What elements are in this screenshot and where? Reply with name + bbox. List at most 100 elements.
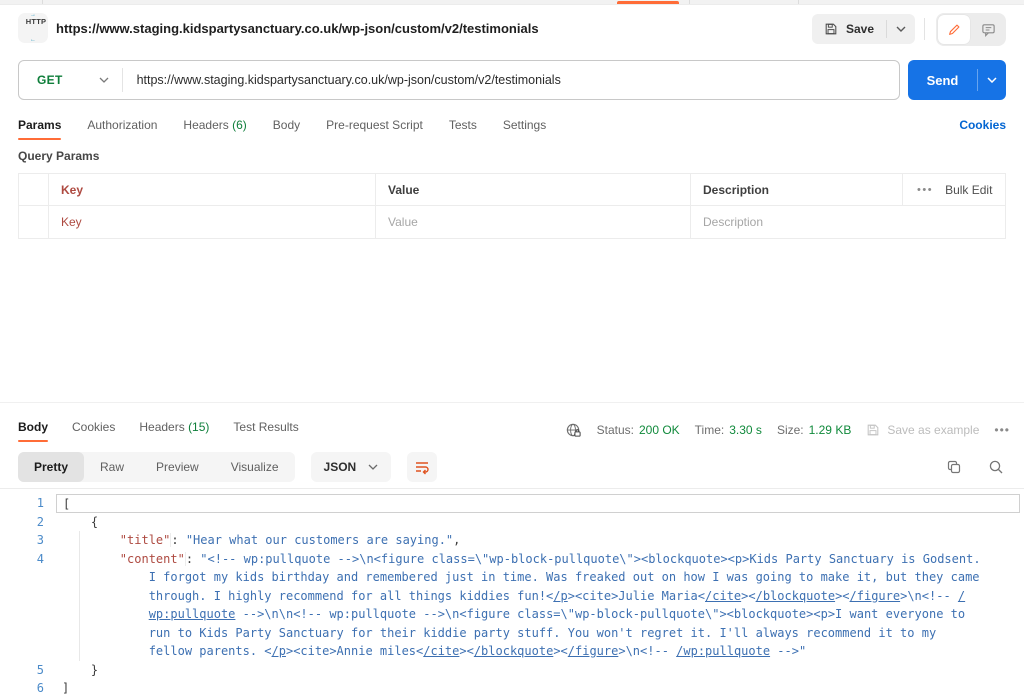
- save-label: Save: [846, 22, 874, 36]
- cookies-link[interactable]: Cookies: [959, 118, 1006, 132]
- response-tabs: Body Cookies Headers (15) Test Results: [18, 414, 299, 445]
- save-button-group: Save: [812, 14, 915, 44]
- view-preview[interactable]: Preview: [140, 452, 215, 482]
- pencil-icon: [947, 23, 961, 37]
- divider: [122, 68, 123, 92]
- tab-divider: [798, 0, 799, 4]
- divider: [924, 18, 925, 40]
- method-selector-caret[interactable]: [99, 77, 109, 83]
- row-handle[interactable]: [19, 206, 49, 238]
- table-row: Key Value Description: [19, 206, 1005, 238]
- indent-guide: [79, 531, 80, 661]
- line-number: 4: [0, 550, 56, 569]
- bulk-edit-button[interactable]: Bulk Edit: [945, 183, 992, 197]
- tab-tests[interactable]: Tests: [449, 112, 477, 143]
- column-header-value: Value: [376, 174, 691, 205]
- tab-params[interactable]: Params: [18, 112, 61, 143]
- chevron-down-icon: [99, 77, 109, 83]
- save-button[interactable]: Save: [812, 14, 886, 44]
- floppy-icon: [866, 423, 880, 437]
- format-select[interactable]: JSON: [311, 452, 392, 482]
- key-input[interactable]: Key: [49, 206, 376, 238]
- headers-count-badge: (6): [232, 118, 247, 132]
- tab-test-results[interactable]: Test Results: [233, 414, 298, 445]
- code-line: 2 {: [0, 513, 1024, 532]
- value-input[interactable]: Value: [376, 206, 691, 238]
- chevron-down-icon: [987, 77, 997, 83]
- tab-authorization[interactable]: Authorization: [87, 112, 157, 143]
- code-line: 1[: [0, 494, 1024, 513]
- description-input[interactable]: Description: [691, 206, 1005, 238]
- edit-button[interactable]: [938, 15, 970, 44]
- tab-settings[interactable]: Settings: [503, 112, 546, 143]
- tab-pre-request-script[interactable]: Pre-request Script: [326, 112, 423, 143]
- code-line: 5 }: [0, 661, 1024, 680]
- line-number: [0, 587, 56, 606]
- bulk-edit-area: ••• Bulk Edit: [903, 174, 1005, 205]
- tab-divider: [689, 0, 690, 4]
- method-selector[interactable]: GET: [37, 73, 63, 87]
- network-globe-icon: [565, 422, 582, 439]
- view-visualize[interactable]: Visualize: [215, 452, 295, 482]
- more-options-icon[interactable]: •••: [917, 184, 933, 196]
- request-tabs: Params Authorization Headers (6) Body Pr…: [18, 112, 546, 143]
- http-method-icon: → HTTP ←: [18, 13, 48, 43]
- line-number: 1: [0, 494, 56, 513]
- line-number: [0, 624, 56, 643]
- view-mode-segmented-control: Pretty Raw Preview Visualize: [18, 452, 295, 482]
- chevron-down-icon: [368, 464, 378, 470]
- text-wrap-button[interactable]: [407, 452, 437, 482]
- size-badge: Size: 1.29 KB: [777, 423, 851, 437]
- comment-icon: [981, 22, 996, 37]
- request-title: https://www.staging.kidspartysanctuary.c…: [56, 21, 539, 36]
- save-as-example-button[interactable]: Save as example: [866, 423, 979, 437]
- time-badge: Time: 3.30 s: [695, 423, 762, 437]
- search-button[interactable]: [988, 459, 1004, 475]
- column-header-key: Key: [49, 174, 376, 205]
- send-options-button[interactable]: [978, 77, 1006, 83]
- response-headers-count-badge: (15): [188, 420, 209, 434]
- table-header-row: Key Value Description ••• Bulk Edit: [19, 174, 1005, 206]
- response-meta: Status: 200 OK Time: 3.30 s Size: 1.29 K…: [565, 414, 1010, 446]
- response-more-options-icon[interactable]: •••: [994, 423, 1010, 437]
- line-number: [0, 605, 56, 624]
- text-wrap-icon: [414, 459, 430, 475]
- view-pretty[interactable]: Pretty: [18, 452, 84, 482]
- tab-body[interactable]: Body: [273, 112, 300, 143]
- code-line: 4 "content": "<!-- wp:pullquote -->\n<fi…: [0, 550, 1024, 569]
- send-button[interactable]: Send: [908, 73, 977, 88]
- tab-response-headers[interactable]: Headers (15): [139, 414, 209, 445]
- comment-button[interactable]: [972, 15, 1004, 44]
- line-number: 6: [0, 679, 56, 698]
- send-button-group: Send: [908, 60, 1006, 100]
- column-header-description: Description: [691, 174, 903, 205]
- tab-headers[interactable]: Headers (6): [183, 112, 246, 143]
- copy-button[interactable]: [946, 459, 962, 475]
- arrow-left-icon: ←: [30, 38, 36, 43]
- tab-response-body[interactable]: Body: [18, 414, 48, 445]
- section-divider: [0, 402, 1024, 403]
- tab-divider: [42, 0, 43, 4]
- response-action-icons: [946, 452, 1004, 482]
- floppy-icon: [824, 22, 838, 36]
- response-body-editor[interactable]: 1[2 {3 "title": "Hear what our customers…: [0, 488, 1024, 698]
- view-raw[interactable]: Raw: [84, 452, 140, 482]
- save-options-button[interactable]: [887, 14, 915, 44]
- postman-window: → HTTP ← https://www.staging.kidspartysa…: [0, 0, 1024, 698]
- code-line: 6]: [0, 679, 1024, 698]
- status-badge: Status: 200 OK: [597, 423, 680, 437]
- copy-icon: [946, 459, 962, 475]
- line-number: [0, 642, 56, 661]
- active-tab-indicator: [617, 1, 679, 4]
- response-view-bar: Pretty Raw Preview Visualize JSON: [18, 452, 437, 482]
- code-line: through. I highly recommend for all thin…: [0, 587, 1024, 606]
- row-handle-column: [19, 174, 49, 205]
- workspace-tab-strip: [0, 0, 1024, 5]
- line-number: [0, 568, 56, 587]
- query-params-table: Key Value Description ••• Bulk Edit Key …: [18, 173, 1006, 239]
- query-params-title: Query Params: [18, 149, 99, 163]
- url-input[interactable]: https://www.staging.kidspartysanctuary.c…: [137, 73, 561, 87]
- line-number: 5: [0, 661, 56, 680]
- tab-response-cookies[interactable]: Cookies: [72, 414, 115, 445]
- code-line: I forgot my kids birthday and remembered…: [0, 568, 1024, 587]
